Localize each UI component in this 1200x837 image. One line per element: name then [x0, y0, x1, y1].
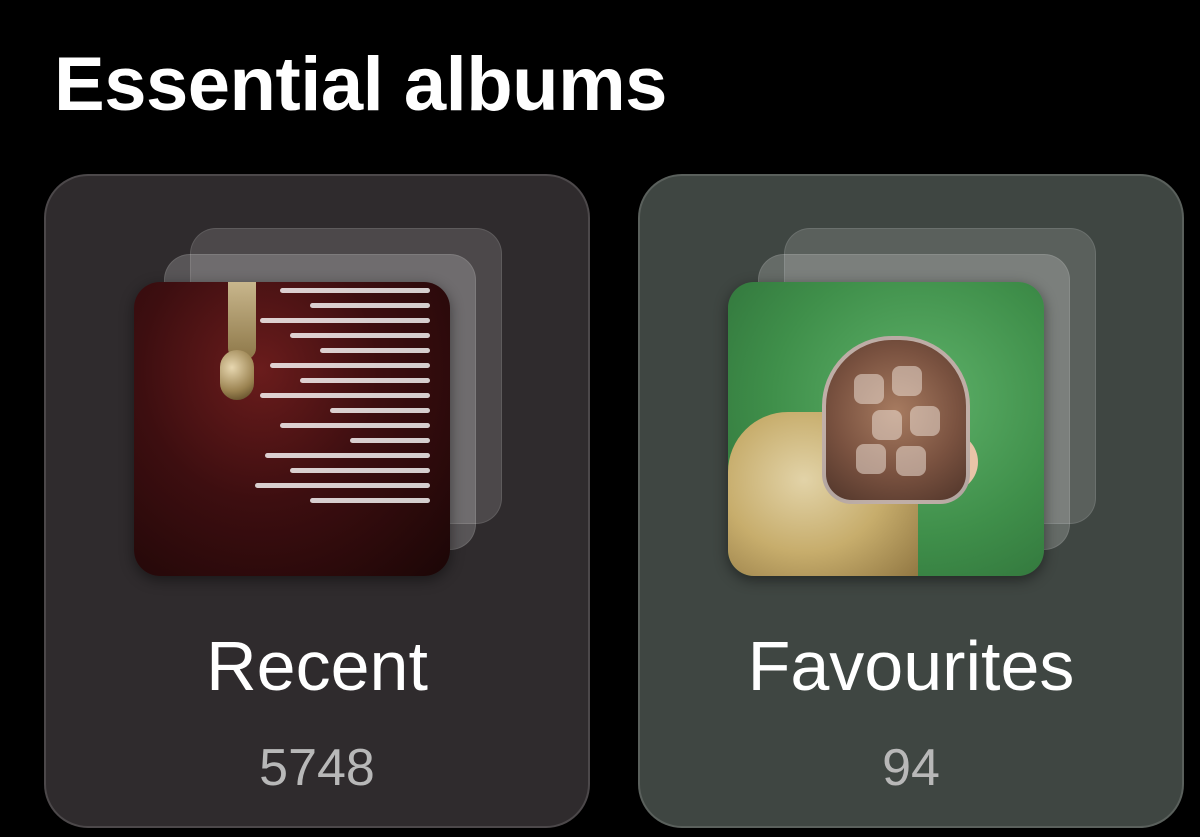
arabic-text-overlay — [230, 288, 430, 513]
album-thumbnail-favourites — [728, 282, 1044, 576]
essential-albums-screen: Essential albums Recent 5748 Favourites … — [0, 0, 1200, 837]
album-count-favourites: 94 — [882, 739, 940, 797]
album-thumbnail-recent — [134, 282, 450, 576]
section-title: Essential albums — [54, 42, 667, 127]
iced-coffee-glass-shape — [822, 336, 970, 504]
album-card-favourites[interactable]: Favourites 94 — [638, 174, 1184, 828]
album-name-recent: Recent — [206, 627, 428, 705]
album-name-favourites: Favourites — [747, 627, 1075, 705]
photo-stack-icon — [728, 228, 1100, 578]
album-count-recent: 5748 — [259, 739, 375, 797]
album-card-recent[interactable]: Recent 5748 — [44, 174, 590, 828]
photo-stack-icon — [134, 228, 506, 578]
